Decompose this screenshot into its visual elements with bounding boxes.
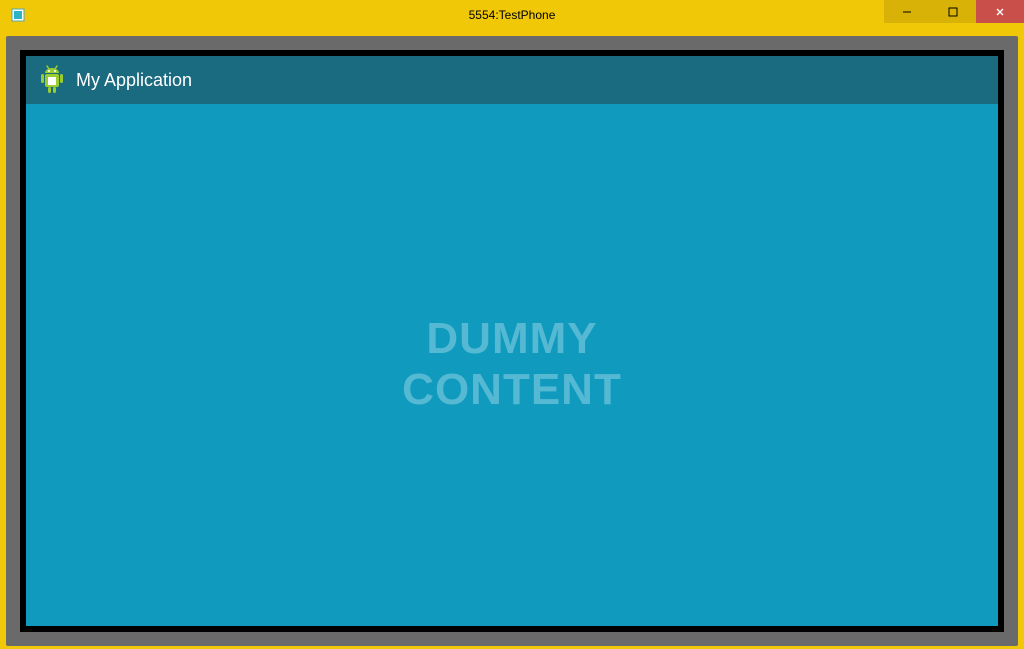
emulator-frame: My Application DUMMY CONTENT bbox=[6, 36, 1018, 646]
dummy-content-text: DUMMY CONTENT bbox=[402, 314, 622, 415]
close-button[interactable] bbox=[976, 0, 1024, 23]
minimize-button[interactable] bbox=[884, 0, 930, 23]
window-title: 5554:TestPhone bbox=[469, 8, 556, 22]
app-title: My Application bbox=[76, 70, 192, 91]
action-bar: My Application bbox=[26, 56, 998, 104]
android-screen[interactable]: My Application DUMMY CONTENT bbox=[26, 56, 998, 626]
emulator-app-icon bbox=[10, 7, 26, 23]
dummy-line-1: DUMMY bbox=[402, 314, 622, 365]
window-titlebar[interactable]: 5554:TestPhone bbox=[0, 0, 1024, 30]
android-logo-icon bbox=[38, 64, 66, 96]
dummy-line-2: CONTENT bbox=[402, 365, 622, 416]
maximize-button[interactable] bbox=[930, 0, 976, 23]
window-controls bbox=[884, 0, 1024, 23]
content-area[interactable]: DUMMY CONTENT bbox=[26, 104, 998, 626]
emulator-screen-bezel: My Application DUMMY CONTENT bbox=[20, 50, 1004, 632]
